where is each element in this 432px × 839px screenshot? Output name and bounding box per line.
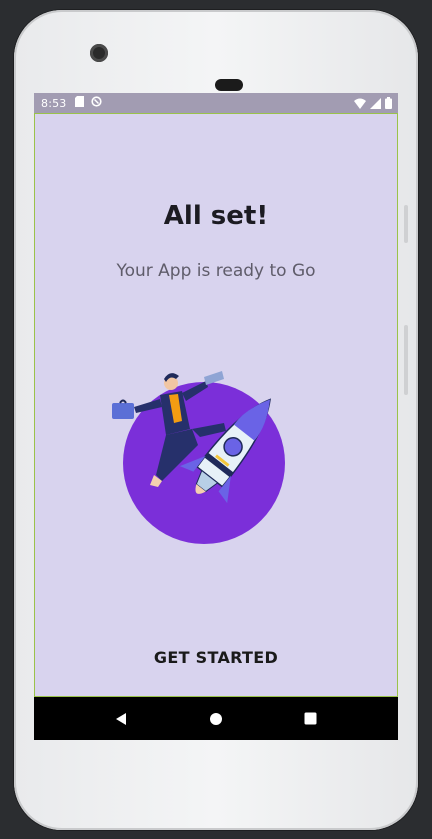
battery-icon <box>385 97 392 112</box>
get-started-button[interactable]: GET STARTED <box>128 637 304 677</box>
status-time: 8:53 <box>41 96 67 110</box>
onboarding-page: All set! Your App is ready to Go GET STA… <box>34 113 398 697</box>
sync-icon <box>90 96 102 110</box>
signal-icon <box>370 97 381 112</box>
back-icon <box>116 712 127 725</box>
volume-button <box>404 205 408 243</box>
navigation-bar <box>34 697 398 740</box>
front-camera <box>90 44 108 62</box>
rocket-illustration <box>104 363 304 553</box>
earpiece-speaker <box>215 79 243 91</box>
screen: 8:53 All set! Your App is ready to Go GE… <box>34 93 398 740</box>
nav-recents-button[interactable] <box>291 699 331 739</box>
sd-card-icon <box>74 96 84 110</box>
page-subtitle: Your App is ready to Go <box>116 261 316 281</box>
home-icon <box>209 712 222 725</box>
nav-home-button[interactable] <box>196 699 236 739</box>
nav-back-button[interactable] <box>101 699 141 739</box>
wifi-icon <box>354 98 366 112</box>
page-title: All set! <box>163 201 269 231</box>
power-button <box>404 325 408 395</box>
recents-icon <box>304 712 317 725</box>
status-bar: 8:53 <box>34 93 398 113</box>
